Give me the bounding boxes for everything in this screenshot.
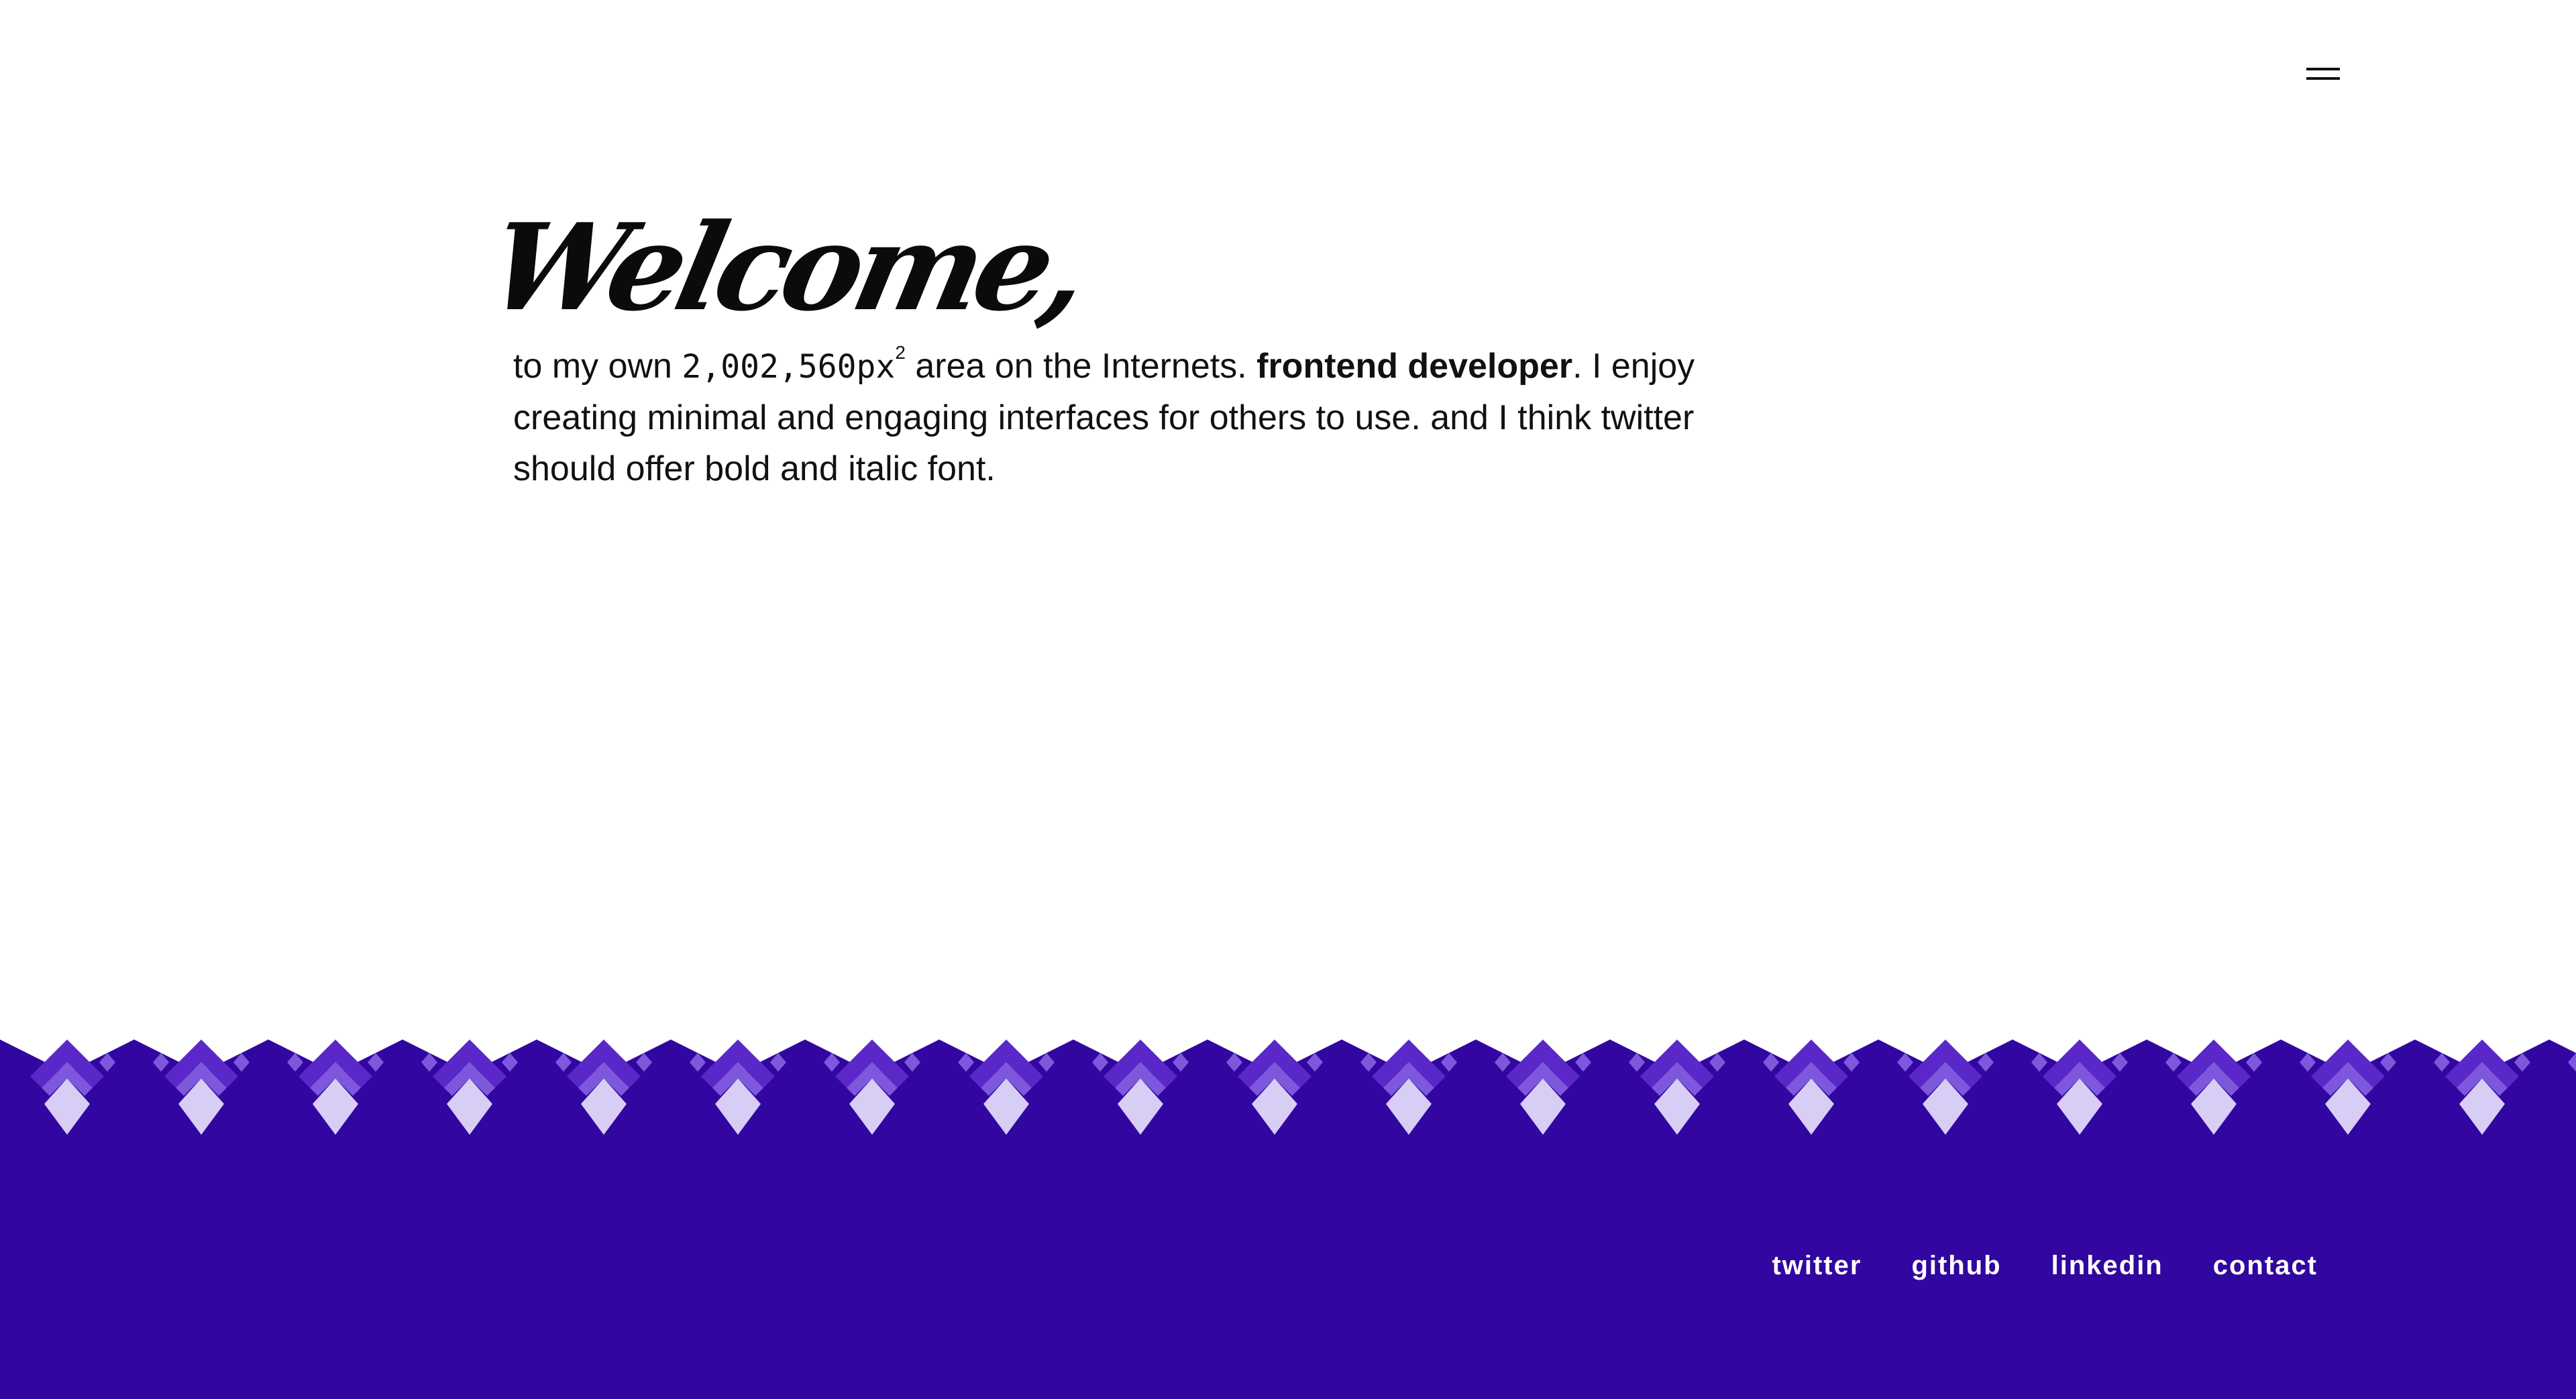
welcome-heading: Welcome, xyxy=(477,197,1096,337)
page: Welcome, to my own 2,002,560px2 area on … xyxy=(0,0,2576,1399)
linkedin-link[interactable]: linkedin xyxy=(2051,1251,2163,1281)
contact-link[interactable]: contact xyxy=(2213,1251,2318,1281)
intro-paragraph: to my own 2,002,560px2 area on the Inter… xyxy=(513,341,1801,494)
hamburger-icon xyxy=(2306,68,2340,70)
intro-prefix: to my own xyxy=(513,347,682,386)
hamburger-icon-bar xyxy=(2306,77,2340,80)
zigzag-pattern xyxy=(0,1040,2576,1399)
role-text: frontend developer xyxy=(1256,347,1573,386)
footer-nav: twitter github linkedin contact xyxy=(1772,1251,2318,1281)
github-link[interactable]: github xyxy=(1911,1251,2001,1281)
footer: twitter github linkedin contact xyxy=(0,1040,2576,1399)
hamburger-menu-button[interactable] xyxy=(2301,60,2348,87)
area-value: 2,002,560px xyxy=(682,348,896,386)
intro-middle: area on the Internets. xyxy=(905,347,1257,386)
area-superscript: 2 xyxy=(895,342,906,363)
twitter-link[interactable]: twitter xyxy=(1772,1251,1862,1281)
